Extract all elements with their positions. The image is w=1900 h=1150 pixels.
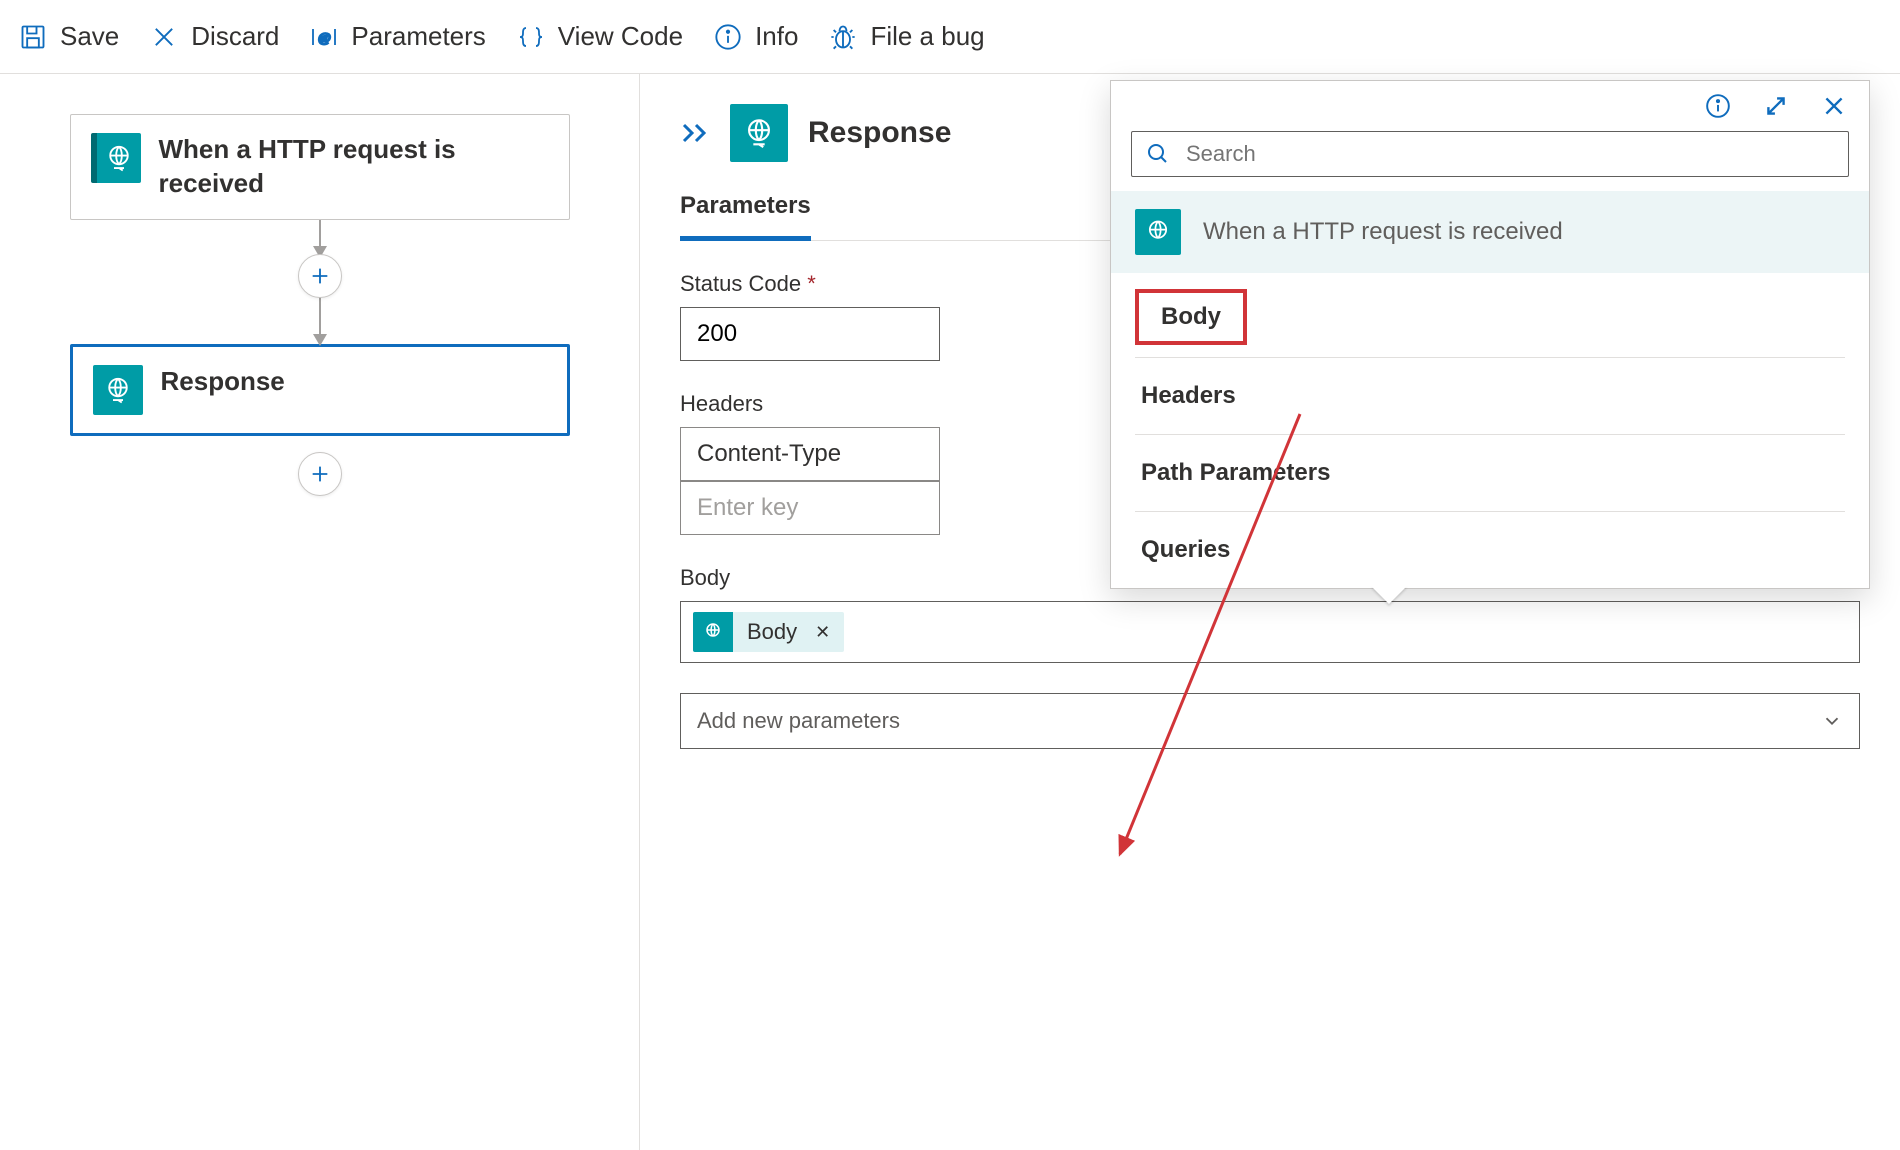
- expand-icon[interactable]: [1761, 91, 1791, 121]
- bug-icon: [828, 22, 858, 52]
- response-node[interactable]: Response: [70, 344, 570, 436]
- parameters-icon: @: [309, 22, 339, 52]
- popup-section-title: When a HTTP request is received: [1203, 218, 1563, 246]
- token-remove-icon[interactable]: ✕: [811, 622, 844, 643]
- chevron-down-icon: [1821, 710, 1843, 732]
- body-input[interactable]: Body ✕: [680, 601, 1860, 663]
- discard-label: Discard: [191, 21, 279, 52]
- trigger-node-title: When a HTTP request is received: [159, 133, 549, 201]
- popup-item-list: Body Headers Path Parameters Queries: [1111, 273, 1869, 588]
- search-icon: [1146, 142, 1170, 166]
- action-panel: Response Parameters Status Code * Header…: [640, 74, 1900, 1150]
- popup-item-headers[interactable]: Headers: [1135, 358, 1845, 435]
- bug-label: File a bug: [870, 21, 984, 52]
- viewcode-button[interactable]: View Code: [516, 21, 683, 52]
- bug-button[interactable]: File a bug: [828, 21, 984, 52]
- close-icon: [149, 22, 179, 52]
- add-step-button-end[interactable]: [298, 452, 342, 496]
- add-parameters-label: Add new parameters: [697, 708, 900, 734]
- workflow-canvas: When a HTTP request is received Response: [0, 74, 640, 1150]
- panel-title: Response: [808, 116, 951, 150]
- toolbar: Save Discard @ Parameters View Code Info…: [0, 0, 1900, 74]
- save-icon: [18, 22, 48, 52]
- parameters-button[interactable]: @ Parameters: [309, 21, 485, 52]
- braces-icon: [516, 22, 546, 52]
- http-icon: [730, 104, 788, 162]
- popup-pointer: [1371, 586, 1407, 604]
- info-icon[interactable]: [1703, 91, 1733, 121]
- info-icon: [713, 22, 743, 52]
- popup-search[interactable]: [1131, 131, 1849, 177]
- connector-1: [298, 220, 342, 344]
- body-token-label: Body: [733, 619, 811, 645]
- popup-section-header: When a HTTP request is received: [1111, 191, 1869, 273]
- response-node-title: Response: [161, 365, 285, 399]
- save-label: Save: [60, 21, 119, 52]
- info-label: Info: [755, 21, 798, 52]
- http-icon: [91, 133, 141, 183]
- tab-parameters[interactable]: Parameters: [680, 192, 811, 241]
- add-parameters-dropdown[interactable]: Add new parameters: [680, 693, 1860, 749]
- discard-button[interactable]: Discard: [149, 21, 279, 52]
- body-token[interactable]: Body ✕: [693, 612, 844, 652]
- main: When a HTTP request is received Response: [0, 74, 1900, 1150]
- header-key-new[interactable]: Enter key: [680, 481, 940, 535]
- dynamic-content-popup: When a HTTP request is received Body Hea…: [1110, 80, 1870, 589]
- http-icon: [693, 612, 733, 652]
- add-step-button[interactable]: [298, 254, 342, 298]
- status-code-input[interactable]: [680, 307, 940, 361]
- popup-item-path[interactable]: Path Parameters: [1135, 435, 1845, 512]
- viewcode-label: View Code: [558, 21, 683, 52]
- http-icon: [93, 365, 143, 415]
- save-button[interactable]: Save: [18, 21, 119, 52]
- popup-item-queries[interactable]: Queries: [1135, 512, 1845, 588]
- popup-search-input[interactable]: [1184, 140, 1834, 168]
- http-icon: [1135, 209, 1181, 255]
- trigger-node[interactable]: When a HTTP request is received: [70, 114, 570, 220]
- parameters-label: Parameters: [351, 21, 485, 52]
- info-button[interactable]: Info: [713, 21, 798, 52]
- header-key-0[interactable]: Content-Type: [680, 427, 940, 481]
- svg-text:@: @: [318, 31, 331, 46]
- close-icon[interactable]: [1819, 91, 1849, 121]
- popup-item-body[interactable]: Body: [1135, 289, 1247, 345]
- collapse-icon[interactable]: [680, 120, 710, 146]
